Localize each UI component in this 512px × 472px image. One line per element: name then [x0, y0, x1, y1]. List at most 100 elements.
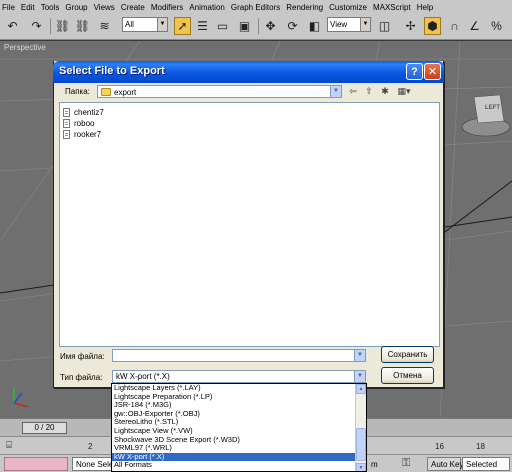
selection-filter-dropdown[interactable]: All ▼	[122, 17, 168, 32]
back-icon[interactable]: ⇦	[347, 85, 359, 97]
scroll-up-icon[interactable]: ▲	[356, 384, 366, 394]
redo-icon[interactable]: ↷	[28, 17, 45, 35]
up-folder-icon[interactable]: ⇧	[363, 85, 375, 97]
lookin-dropdown[interactable]: export ▼	[97, 85, 342, 98]
ruler-tick-label: 18	[476, 442, 485, 451]
list-item[interactable]: roboo	[63, 118, 94, 129]
select-by-name-icon[interactable]: ☰	[194, 17, 211, 35]
menu-group[interactable]: Group	[65, 3, 87, 12]
filetype-options-list[interactable]: Lightscape Layers (*.LAY) Lightscape Pre…	[111, 383, 367, 472]
rotate-icon[interactable]: ⟳	[284, 17, 301, 35]
filetype-option[interactable]: JSR-184 (*.M3G)	[112, 401, 356, 410]
folder-icon	[101, 88, 111, 96]
window-crossing-icon[interactable]: ▣	[236, 17, 253, 35]
auto-key-button[interactable]: Auto Key	[427, 457, 464, 471]
lookin-value: export	[114, 87, 137, 97]
maxscript-listener-mini[interactable]	[4, 457, 68, 471]
menu-bar: File Edit Tools Group Views Create Modif…	[0, 0, 512, 14]
snaps-toggle-icon[interactable]: ∩	[446, 17, 463, 35]
angle-snap-icon[interactable]: ∠	[466, 17, 483, 35]
dialog-titlebar[interactable]: Select File to Export ? ✕	[53, 61, 444, 83]
select-object-icon[interactable]: ➚	[174, 17, 191, 35]
menu-edit[interactable]: Edit	[21, 3, 35, 12]
mini-curve-editor-icon[interactable]: ⌸	[6, 440, 18, 452]
viewcube-face-label[interactable]: LEFT	[485, 105, 500, 111]
menu-maxscript[interactable]: MAXScript	[373, 3, 411, 12]
options-scrollbar[interactable]: ▲ ▼	[355, 384, 366, 471]
scale-icon[interactable]: ◧	[306, 17, 323, 35]
reference-coordinate-dropdown[interactable]: View ▼	[327, 17, 371, 32]
filetype-option[interactable]: All Formats	[112, 461, 356, 470]
menu-modifiers[interactable]: Modifiers	[151, 3, 183, 12]
reference-coordinate-value: View	[330, 20, 348, 29]
help-icon[interactable]: ?	[406, 63, 423, 80]
filetype-option[interactable]: VRML97 (*.WRL)	[112, 444, 356, 453]
menu-file[interactable]: File	[2, 3, 15, 12]
frame-counter: 0 / 20	[34, 423, 55, 432]
menu-rendering[interactable]: Rendering	[286, 3, 323, 12]
filetype-option[interactable]: Lightscape Layers (*.LAY)	[112, 384, 356, 393]
cancel-button[interactable]: Отмена	[381, 367, 434, 384]
menu-create[interactable]: Create	[121, 3, 145, 12]
keyboard-shortcut-override-icon[interactable]: ⬢	[424, 17, 441, 35]
filetype-option[interactable]: Lightscape Preparation (*.LP)	[112, 393, 356, 402]
chevron-down-icon: ▼	[360, 18, 370, 31]
bind-spacewarp-icon[interactable]: ≋	[96, 17, 113, 35]
time-slider-thumb[interactable]: 0 / 20	[22, 422, 67, 434]
pivot-center-icon[interactable]: ◫	[376, 17, 393, 35]
unit-fragment: m	[371, 460, 378, 469]
filetype-option[interactable]: Shockwave 3D Scene Export (*.W3D)	[112, 436, 356, 445]
file-name: roboo	[74, 119, 95, 128]
file-icon	[63, 108, 70, 117]
selection-status-field: None Selec	[72, 457, 116, 471]
filename-label: Имя файла:	[60, 352, 105, 361]
toolbar-separator	[258, 18, 259, 34]
filetype-dropdown[interactable]: kW X-port (*.X) ▼	[112, 370, 366, 383]
file-name: rooker7	[74, 130, 102, 139]
key-filter-dropdown[interactable]: Selected	[462, 457, 510, 471]
key-icon[interactable]: ⚿	[402, 457, 420, 471]
chevron-down-icon: ▼	[330, 86, 341, 97]
file-icon	[63, 119, 70, 128]
chevron-down-icon: ▼	[354, 350, 365, 361]
select-manipulate-icon[interactable]: ✢	[402, 17, 419, 35]
file-list[interactable]: chentiz7 roboo rooker7	[59, 102, 440, 347]
move-icon[interactable]: ✥	[262, 17, 279, 35]
undo-icon[interactable]: ↶	[4, 17, 21, 35]
menu-tools[interactable]: Tools	[41, 3, 60, 12]
main-toolbar: ↶ ↷ ⛓ ⛓ ≋ All ▼ ➚ ☰ ▭ ▣ ✥ ⟳ ◧ View ▼ ◫ ✢…	[0, 14, 512, 40]
list-item[interactable]: chentiz7	[63, 107, 104, 118]
list-item[interactable]: rooker7	[63, 129, 101, 140]
view-menu-icon[interactable]: ▦▾	[395, 85, 413, 97]
filename-input[interactable]: ▼	[112, 349, 366, 362]
menu-graph-editors[interactable]: Graph Editors	[231, 3, 280, 12]
ruler-tick-label: 2	[88, 442, 93, 451]
filetype-option[interactable]: StereoLitho (*.STL)	[112, 418, 356, 427]
filetype-option[interactable]: Lightscape View (*.VW)	[112, 427, 356, 436]
percent-snap-icon[interactable]: %	[488, 17, 505, 35]
file-icon	[63, 130, 70, 139]
rectangular-selection-icon[interactable]: ▭	[214, 17, 231, 35]
auto-key-label: Auto Key	[431, 460, 464, 469]
chevron-down-icon: ▼	[354, 371, 365, 382]
ruler-tick-label: 16	[435, 442, 444, 451]
menu-views[interactable]: Views	[94, 3, 115, 12]
menu-help[interactable]: Help	[417, 3, 433, 12]
scrollbar-thumb[interactable]	[356, 428, 366, 461]
scroll-down-icon[interactable]: ▼	[356, 463, 366, 471]
key-filter-value: Selected	[466, 460, 498, 469]
new-folder-icon[interactable]: ✱	[379, 85, 391, 97]
cancel-button-label: Отмена	[393, 371, 422, 380]
filetype-label: Тип файла:	[60, 373, 103, 382]
filetype-value: kW X-port (*.X)	[116, 372, 170, 381]
dialog-title: Select File to Export	[59, 65, 165, 77]
filetype-option[interactable]: kW X-port (*.X)	[112, 452, 356, 462]
link-icon[interactable]: ⛓	[54, 17, 71, 35]
menu-animation[interactable]: Animation	[189, 3, 225, 12]
selection-filter-value: All	[125, 20, 134, 29]
save-button[interactable]: Сохранить	[381, 346, 434, 363]
filetype-option[interactable]: gw::OBJ-Exporter (*.OBJ)	[112, 410, 356, 419]
unlink-icon[interactable]: ⛓	[74, 17, 91, 35]
close-icon[interactable]: ✕	[424, 63, 441, 80]
menu-customize[interactable]: Customize	[329, 3, 367, 12]
